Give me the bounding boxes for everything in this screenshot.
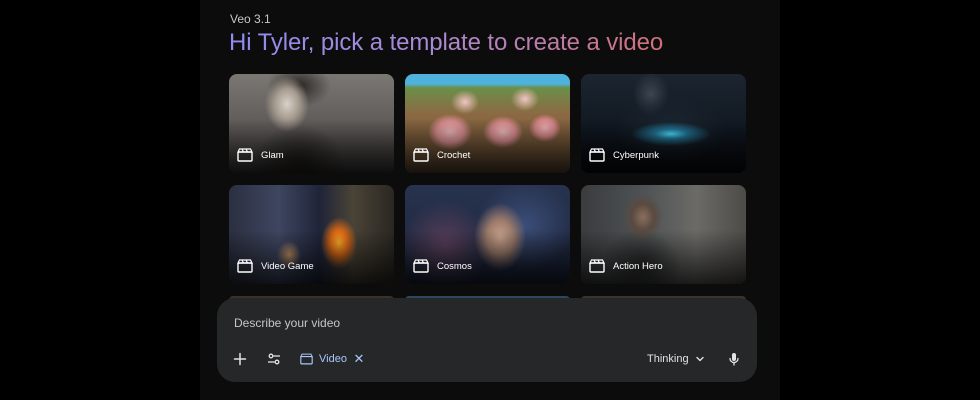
mode-label: Thinking xyxy=(647,353,689,365)
page-title: Hi Tyler, pick a template to create a vi… xyxy=(229,29,664,56)
sliders-icon xyxy=(268,353,280,365)
template-label: Video Game xyxy=(261,260,314,272)
prompt-input[interactable]: Describe your video xyxy=(234,316,340,330)
clapperboard-icon xyxy=(589,259,605,273)
template-label: Glam xyxy=(261,149,284,161)
template-label: Cosmos xyxy=(437,260,472,272)
app-label: Veo 3.1 xyxy=(230,12,271,26)
video-tool-chip[interactable]: Video xyxy=(300,348,347,370)
template-label: Cyberpunk xyxy=(613,149,659,161)
template-card-cosmos[interactable]: Cosmos xyxy=(405,185,570,284)
video-tool-label: Video xyxy=(319,353,347,365)
template-card-cyberpunk[interactable]: Cyberpunk xyxy=(581,74,746,173)
remove-chip-button[interactable]: ✕ xyxy=(351,348,367,370)
clapperboard-icon xyxy=(237,259,253,273)
close-icon: ✕ xyxy=(353,351,365,366)
template-label: Crochet xyxy=(437,149,471,161)
template-card-video-game[interactable]: Video Game xyxy=(229,185,394,284)
clapperboard-icon xyxy=(237,148,253,162)
template-grid: Glam Crochet Cyberpunk Video Game Cosmos xyxy=(229,74,746,304)
prompt-composer: Describe your video Video ✕ Thinking xyxy=(217,298,757,382)
template-card-crochet[interactable]: Crochet xyxy=(405,74,570,173)
clapperboard-icon xyxy=(300,353,313,365)
template-card-glam[interactable]: Glam xyxy=(229,74,394,173)
tools-button[interactable] xyxy=(263,348,285,370)
chevron-down-icon xyxy=(695,356,704,362)
composer-toolbar: Video ✕ Thinking xyxy=(217,348,757,370)
clapperboard-icon xyxy=(589,148,605,162)
template-card-action-hero[interactable]: Action Hero xyxy=(581,185,746,284)
add-button[interactable] xyxy=(229,348,251,370)
microphone-icon xyxy=(729,353,739,366)
microphone-button[interactable] xyxy=(723,348,745,370)
plus-icon xyxy=(233,352,247,366)
mode-selector[interactable]: Thinking xyxy=(647,348,705,370)
clapperboard-icon xyxy=(413,259,429,273)
clapperboard-icon xyxy=(413,148,429,162)
template-label: Action Hero xyxy=(613,260,663,272)
